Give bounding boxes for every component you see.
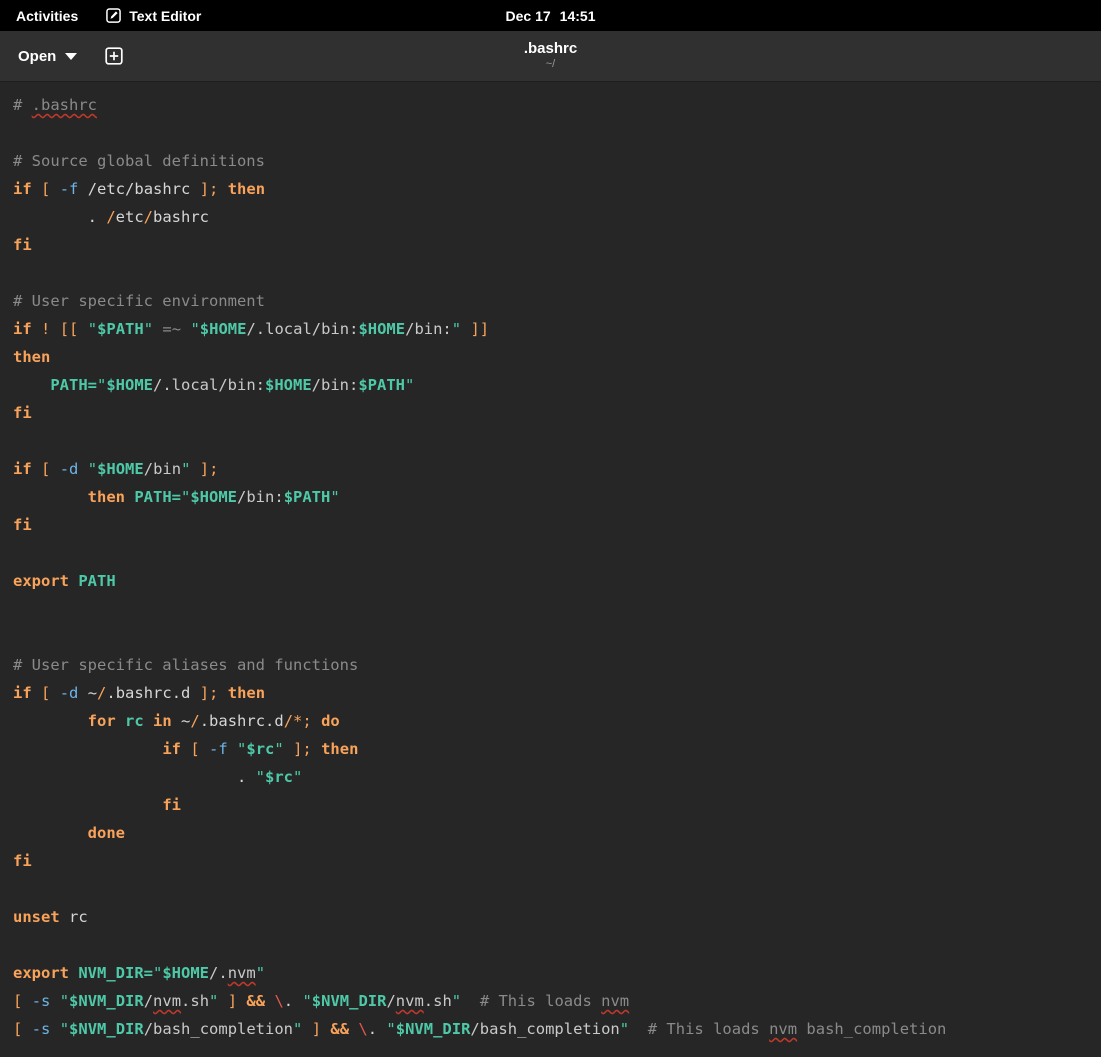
code-line[interactable]: then [0,343,1101,371]
code-line[interactable]: if [ -f "$rc" ]; then [0,735,1101,763]
open-button[interactable]: Open [14,43,81,70]
activities-label: Activities [16,7,79,24]
code-line[interactable]: fi [0,847,1101,875]
code-line[interactable]: # .bashrc [0,91,1101,119]
code-line[interactable]: PATH="$HOME/.local/bin:$HOME/bin:$PATH" [0,371,1101,399]
clock-button[interactable]: Dec 17 14:51 [431,8,671,24]
code-line[interactable]: unset rc [0,903,1101,931]
open-button-label: Open [18,47,57,65]
code-line[interactable]: export NVM_DIR="$HOME/.nvm" [0,959,1101,987]
code-line[interactable]: done [0,819,1101,847]
window-title-block: .bashrc ~/ [351,41,751,70]
code-line[interactable]: fi [0,399,1101,427]
code-line[interactable]: # Source global definitions [0,147,1101,175]
window-header-bar: Open .bashrc ~/ [0,31,1101,82]
code-line[interactable] [0,595,1101,623]
code-line[interactable]: [ -s "$NVM_DIR/nvm.sh" ] && \. "$NVM_DIR… [0,987,1101,1015]
code-line[interactable] [0,875,1101,903]
code-line[interactable] [0,623,1101,651]
plus-box-icon [104,46,124,66]
code-line[interactable]: if [ -d "$HOME/bin" ]; [0,455,1101,483]
code-line[interactable]: if [ -f /etc/bashrc ]; then [0,175,1101,203]
code-line[interactable]: fi [0,791,1101,819]
page-title: .bashrc [523,40,578,58]
code-line[interactable]: . "$rc" [0,763,1101,791]
document-path: ~/ [545,58,556,71]
code-line[interactable]: export PATH [0,567,1101,595]
text-editor-icon [106,8,122,23]
code-line[interactable]: if ! [[ "$PATH" =~ "$HOME/.local/bin:$HO… [0,315,1101,343]
code-line[interactable]: fi [0,511,1101,539]
code-line[interactable] [0,259,1101,287]
code-line[interactable]: fi [0,231,1101,259]
code-line[interactable]: . /etc/bashrc [0,203,1101,231]
code-line[interactable]: [ -s "$NVM_DIR/bash_completion" ] && \. … [0,1015,1101,1043]
activities-button[interactable]: Activities [0,0,90,31]
code-line[interactable] [0,427,1101,455]
code-line[interactable]: for rc in ~/.bashrc.d/*; do [0,707,1101,735]
app-menu-label: Text Editor [129,7,202,24]
clock-time: 14:51 [559,7,596,24]
code-line[interactable]: if [ -d ~/.bashrc.d ]; then [0,679,1101,707]
code-line[interactable] [0,931,1101,959]
code-line[interactable]: then PATH="$HOME/bin:$PATH" [0,483,1101,511]
code-line[interactable] [0,119,1101,147]
text-editor-area[interactable]: # .bashrc # Source global definitions if… [0,82,1101,1057]
code-line[interactable]: # User specific aliases and functions [0,651,1101,679]
gnome-top-bar: Activities Text Editor Dec 17 14:51 [0,0,1101,31]
chevron-down-icon [65,52,78,60]
clock-date: Dec 17 [505,7,551,24]
code-line[interactable]: # User specific environment [0,287,1101,315]
code-line[interactable] [0,539,1101,567]
app-menu-button[interactable]: Text Editor [96,0,211,31]
new-tab-button[interactable] [103,45,125,67]
